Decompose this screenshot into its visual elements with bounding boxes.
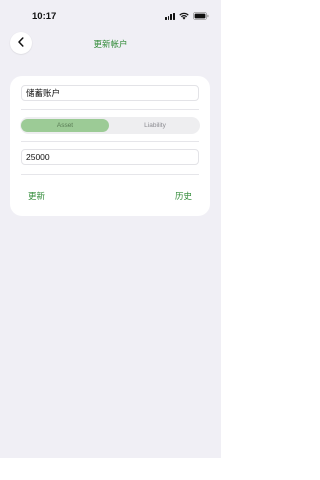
history-button[interactable]: 历史: [175, 190, 192, 202]
battery-icon: [193, 12, 209, 20]
segment-liability[interactable]: Liability: [111, 119, 199, 132]
screen: 10:17 更新帐户 储蓄账户 Asset Liability 25000 更新…: [0, 0, 221, 458]
nav-bar: 更新帐户: [0, 30, 221, 56]
divider: [21, 141, 199, 142]
divider: [21, 174, 199, 175]
page-title: 更新帐户: [93, 39, 128, 49]
signal-icon: [164, 12, 175, 20]
amount-field[interactable]: 25000: [21, 149, 199, 165]
status-time: 10:17: [32, 11, 57, 22]
wifi-icon: [179, 12, 189, 20]
status-bar: 10:17: [0, 0, 221, 30]
account-form-card: 储蓄账户 Asset Liability 25000 更新 历史: [10, 76, 210, 216]
update-button[interactable]: 更新: [28, 190, 45, 202]
divider: [21, 109, 199, 110]
account-name-field[interactable]: 储蓄账户: [21, 85, 199, 101]
segment-asset[interactable]: Asset: [21, 119, 109, 132]
status-icons: [164, 12, 209, 20]
account-type-segmented-control: Asset Liability: [20, 117, 200, 134]
